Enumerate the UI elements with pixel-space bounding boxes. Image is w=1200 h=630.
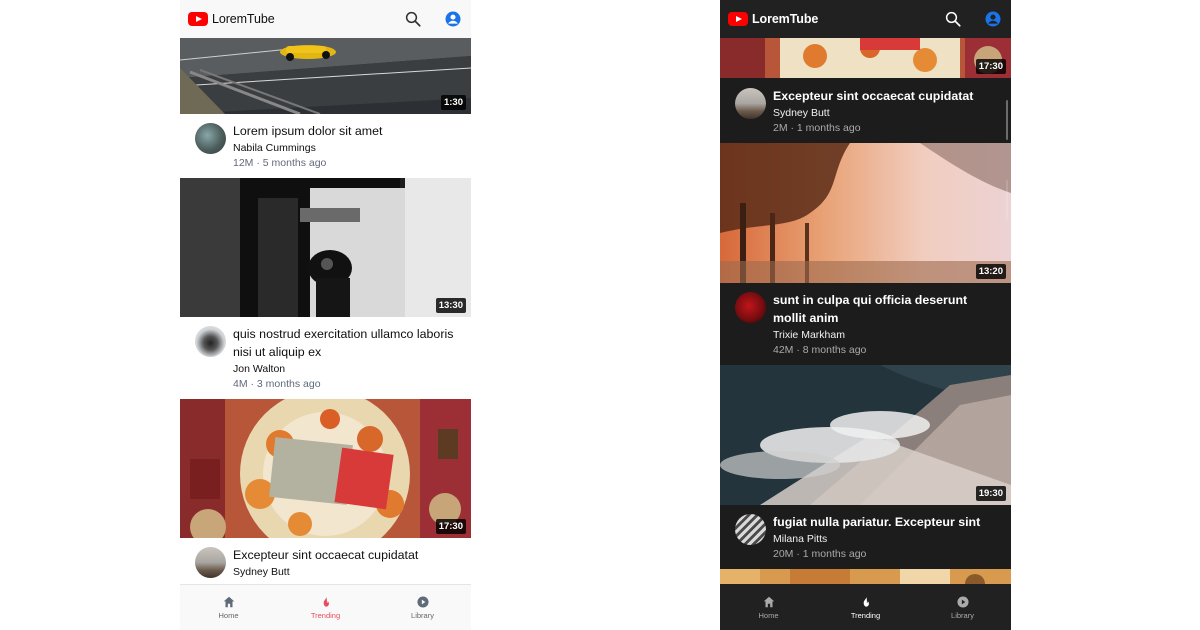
video-title[interactable]: sunt in culpa qui officia deserunt molli…	[773, 291, 1001, 327]
play-logo-icon	[728, 12, 748, 26]
top-app-bar: LoremTube	[720, 0, 1011, 38]
nav-trending[interactable]: Trending	[817, 584, 914, 630]
video-stats: 20M · 1 months ago	[773, 548, 867, 560]
video-thumbnail[interactable]: 13:30	[180, 178, 471, 317]
flame-icon	[323, 596, 329, 607]
app-name: LoremTube	[752, 12, 819, 26]
video-duration-badge: 13:20	[975, 264, 1006, 279]
channel-avatar[interactable]	[735, 514, 766, 545]
library-play-icon	[416, 596, 429, 608]
feed-scrollbar-thumb[interactable]	[1006, 180, 1008, 220]
bottom-navigation: Home Trending Library	[720, 584, 1011, 630]
video-stats: 12M · 5 months ago	[233, 157, 327, 169]
app-name: LoremTube	[212, 12, 275, 26]
autumn-flatlay-thumbnail-image	[180, 399, 471, 538]
top-app-bar: LoremTube	[180, 0, 471, 38]
video-stats: 42M · 8 months ago	[773, 344, 867, 356]
dark-mode-phone: LoremTube 17:30 Excepteur sint occaecat …	[720, 0, 1011, 630]
feed-scrollbar[interactable]	[1006, 100, 1008, 140]
search-icon[interactable]	[403, 9, 423, 29]
video-title[interactable]: Excepteur sint occaecat cupidatat	[773, 87, 1001, 105]
video-info[interactable]: sunt in culpa qui officia deserunt molli…	[720, 283, 1011, 365]
nav-library[interactable]: Library	[914, 584, 1011, 630]
video-duration-badge: 19:30	[975, 486, 1006, 501]
pattern-thumbnail-image	[720, 569, 1011, 584]
video-info[interactable]: fugiat nulla pariatur. Excepteur sint Mi…	[720, 505, 1011, 569]
nav-label: Home	[218, 611, 239, 620]
video-duration-badge: 17:30	[435, 519, 466, 534]
channel-avatar[interactable]	[195, 547, 226, 578]
channel-avatar[interactable]	[735, 292, 766, 323]
channel-name[interactable]: Jon Walton	[233, 362, 461, 376]
video-title[interactable]: quis nostrud exercitation ullamco labori…	[233, 325, 461, 361]
video-title[interactable]: fugiat nulla pariatur. Excepteur sint	[773, 513, 1001, 531]
video-title[interactable]: Excepteur sint occaecat cupidatat	[233, 546, 461, 564]
video-duration-badge: 17:30	[975, 59, 1006, 74]
app-logo[interactable]: LoremTube	[188, 12, 275, 26]
nav-label: Library	[951, 610, 974, 620]
channel-avatar[interactable]	[195, 123, 226, 154]
video-thumbnail[interactable]: 19:30	[720, 365, 1011, 505]
video-thumbnail[interactable]	[720, 569, 1011, 584]
nav-trending[interactable]: Trending	[277, 585, 374, 630]
video-title[interactable]: Lorem ipsum dolor sit amet	[233, 122, 461, 140]
home-icon	[223, 596, 234, 608]
video-stats: 4M · 3 months ago	[233, 378, 321, 390]
nav-home[interactable]: Home	[720, 584, 817, 630]
race-car-thumbnail-image	[180, 38, 471, 114]
video-duration-badge: 1:30	[440, 95, 466, 110]
app-logo[interactable]: LoremTube	[728, 12, 818, 26]
video-stats: 2M · 1 months ago	[773, 122, 861, 134]
account-circle-icon[interactable]	[443, 9, 463, 29]
misty-forest-thumbnail-image	[720, 143, 1011, 283]
autumn-flatlay-thumbnail-image	[720, 38, 1011, 78]
channel-name[interactable]: Sydney Butt	[773, 106, 1001, 120]
video-info[interactable]: Lorem ipsum dolor sit amet Nabila Cummin…	[180, 114, 471, 178]
light-mode-phone: LoremTube 1:30 Lorem ipsum dolor sit ame…	[180, 0, 471, 630]
nav-label: Home	[758, 610, 779, 620]
nav-library[interactable]: Library	[374, 585, 471, 630]
play-logo-icon	[188, 12, 208, 26]
channel-name[interactable]: Milana Pitts	[773, 532, 1001, 546]
video-feed[interactable]: 17:30 Excepteur sint occaecat cupidatat …	[720, 38, 1011, 584]
channel-name[interactable]: Trixie Markham	[773, 328, 1001, 342]
video-duration-badge: 13:30	[435, 298, 466, 313]
video-thumbnail[interactable]: 17:30	[180, 399, 471, 538]
video-thumbnail[interactable]: 17:30	[720, 38, 1011, 78]
video-info[interactable]: Excepteur sint occaecat cupidatat Sydney…	[180, 538, 471, 584]
channel-avatar[interactable]	[735, 88, 766, 119]
channel-name[interactable]: Sydney Butt	[233, 565, 461, 579]
black-white-photographer-thumbnail-image	[180, 178, 471, 317]
home-icon	[763, 596, 774, 607]
channel-name[interactable]: Nabila Cummings	[233, 141, 461, 155]
nav-label: Library	[411, 611, 434, 620]
search-icon[interactable]	[943, 9, 963, 29]
nav-label: Trending	[310, 611, 341, 620]
bottom-navigation: Home Trending Library	[180, 584, 471, 630]
account-circle-icon[interactable]	[983, 9, 1003, 29]
channel-avatar[interactable]	[195, 326, 226, 357]
video-info[interactable]: Excepteur sint occaecat cupidatat Sydney…	[720, 78, 1011, 143]
flame-icon	[863, 595, 869, 607]
nav-label: Trending	[850, 610, 881, 620]
video-thumbnail[interactable]: 1:30	[180, 38, 471, 114]
video-feed[interactable]: 1:30 Lorem ipsum dolor sit amet Nabila C…	[180, 38, 471, 584]
nav-home[interactable]: Home	[180, 585, 277, 630]
video-info[interactable]: quis nostrud exercitation ullamco labori…	[180, 317, 471, 399]
library-play-icon	[956, 595, 969, 608]
mountain-clouds-thumbnail-image	[720, 365, 1011, 505]
video-thumbnail[interactable]: 13:20	[720, 143, 1011, 283]
